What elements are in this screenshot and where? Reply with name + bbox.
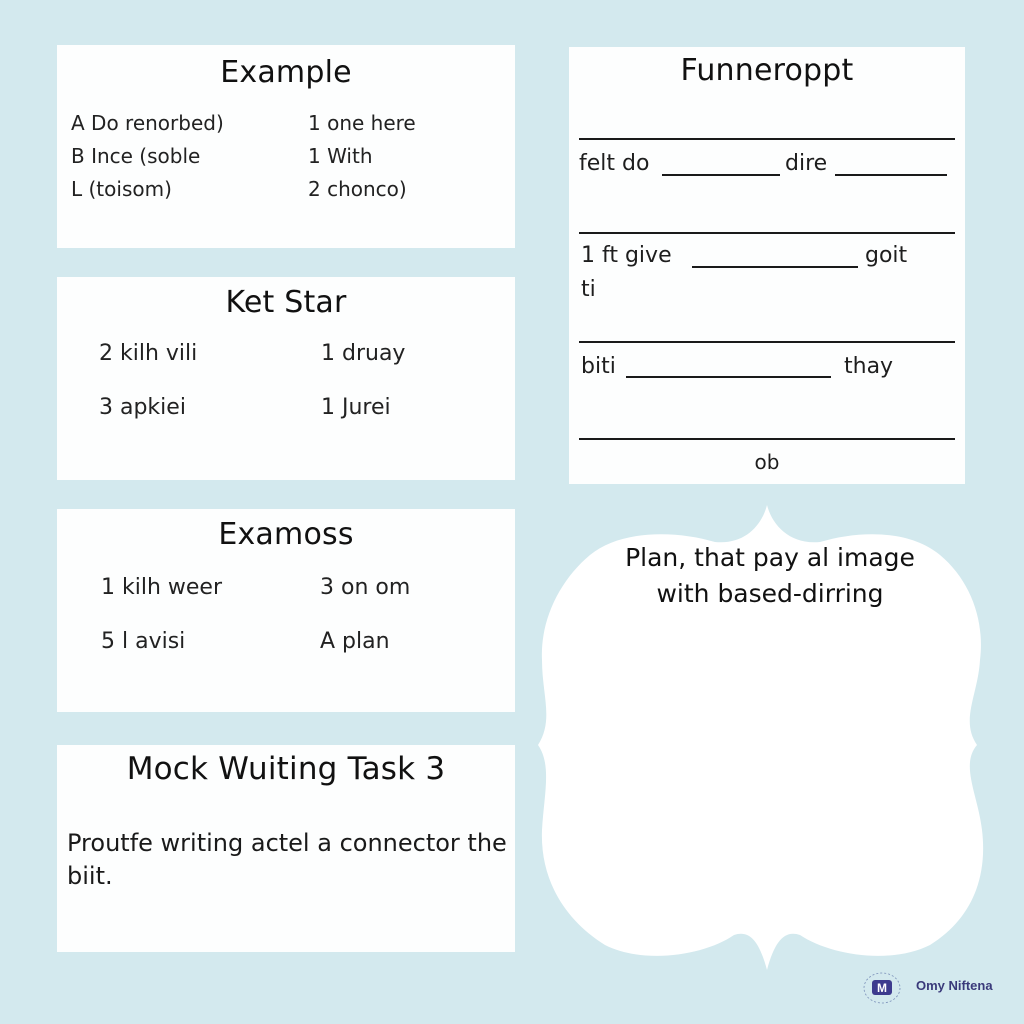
- list-item: 2 kilh vili: [99, 341, 198, 366]
- form-label: thay: [844, 354, 894, 379]
- brand-name: Omy Niftena: [916, 978, 993, 993]
- list-item: A Do renorbed): [71, 111, 224, 135]
- list-item: 1 kilh weer: [101, 575, 222, 600]
- fill-in-form-card: Funneroppt felt do dire 1 ft give goit t…: [569, 47, 965, 484]
- answer-line[interactable]: [579, 341, 955, 343]
- form-label: biti: [581, 354, 616, 379]
- list-item: 5 l avisi: [101, 629, 186, 654]
- card-title: Examoss: [218, 517, 354, 552]
- answer-line[interactable]: [579, 438, 955, 440]
- list-item: 2 chonco): [308, 177, 407, 201]
- scalloped-frame: Plan, that pay al image with based-dirri…: [530, 500, 1010, 980]
- list-item: 3 apkiei: [99, 395, 186, 420]
- frame-caption-line: Plan, that pay al image: [625, 543, 915, 572]
- form-label: felt do: [579, 151, 650, 176]
- card-title: Mock Wuiting Task 3: [126, 751, 446, 787]
- list-item: 1 one here: [308, 111, 416, 135]
- example-card: Example A Do renorbed) B Ince (soble L (…: [57, 45, 515, 248]
- list-item: 1 With: [308, 144, 373, 168]
- form-label: 1 ft give: [581, 243, 672, 268]
- blank-field[interactable]: [662, 174, 780, 176]
- brand-logo-letter: M: [877, 981, 887, 995]
- blank-field[interactable]: [626, 376, 831, 378]
- brand-logo-icon: M: [863, 972, 901, 1004]
- list-item: A plan: [320, 629, 390, 654]
- answer-line[interactable]: [579, 138, 955, 140]
- examoss-card: Examoss 1 kilh weer 5 l avisi 3 on om A …: [57, 509, 515, 712]
- task-prompt: Proutfe writing actel a connector the bi…: [67, 829, 507, 890]
- frame-caption: Plan, that pay al image with based-dirri…: [530, 540, 1010, 612]
- answer-line[interactable]: [579, 232, 955, 234]
- blank-field[interactable]: [692, 266, 858, 268]
- ket-star-card: Ket Star 2 kilh vili 3 apkiei 1 druay 1 …: [57, 277, 515, 480]
- list-item: B Ince (soble: [71, 144, 201, 168]
- form-label: dire: [785, 151, 828, 176]
- blank-field[interactable]: [835, 174, 947, 176]
- mock-task-card: Mock Wuiting Task 3 Proutfe writing acte…: [57, 745, 515, 952]
- list-item: 1 Jurei: [321, 395, 391, 420]
- brand-watermark: M Omy Niftena: [858, 966, 1018, 1006]
- list-item: 1 druay: [321, 341, 406, 366]
- list-item: L (toisom): [71, 177, 172, 201]
- form-label: ti: [581, 277, 596, 302]
- frame-caption-line: with based-dirring: [656, 579, 884, 608]
- card-title: Funneroppt: [680, 53, 854, 88]
- card-title: Ket Star: [225, 285, 347, 320]
- card-title: Example: [220, 55, 352, 90]
- list-item: 3 on om: [320, 575, 411, 600]
- form-footer: ob: [754, 450, 780, 474]
- form-label: goit: [865, 243, 908, 268]
